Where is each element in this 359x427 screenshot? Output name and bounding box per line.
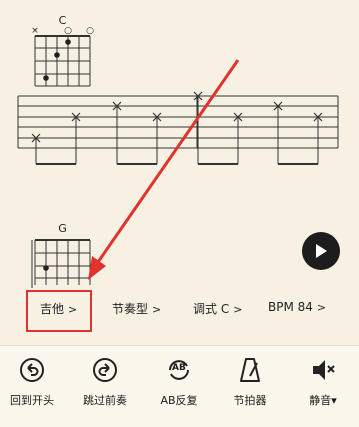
undo-circle-icon — [20, 358, 44, 382]
speaker-mute-icon — [313, 360, 335, 380]
chevron-right-icon: > — [233, 303, 243, 316]
chevron-right-icon: > — [152, 303, 162, 316]
bottom-toolbar: 回到开头 跳过前奏 AB AB反复 节拍器 静音▾ — [0, 345, 359, 427]
caret-down-icon: ▾ — [331, 394, 337, 407]
mute-label: 静音 — [309, 394, 332, 407]
tool-label: 回到开头 — [10, 394, 54, 407]
annotation-highlight-box — [26, 290, 92, 332]
ab-repeat-button[interactable]: AB AB反复 — [144, 356, 214, 408]
option-label: BPM 84 — [268, 300, 313, 314]
metronome-button[interactable]: 节拍器 — [215, 356, 285, 408]
chord-name-c: C — [58, 14, 67, 27]
chevron-right-icon: > — [316, 301, 327, 314]
play-button[interactable] — [302, 232, 340, 270]
mute-button[interactable]: 静音▾ — [288, 356, 358, 408]
annotation-arrow — [88, 59, 240, 280]
option-bpm[interactable]: BPM 84 > — [268, 300, 326, 314]
option-label: 调式 C — [193, 302, 230, 316]
redo-circle-icon — [93, 358, 117, 382]
tool-label: AB反复 — [160, 394, 198, 407]
chord-diagram-c — [34, 35, 91, 87]
string-marker: ○ — [64, 26, 72, 36]
play-icon — [316, 244, 327, 258]
tool-label: 节拍器 — [233, 394, 267, 407]
chord-name-g: G — [58, 222, 67, 235]
skip-intro-button[interactable]: 跳过前奏 — [70, 356, 140, 408]
metronome-icon — [240, 358, 260, 382]
ab-badge: AB — [172, 363, 186, 373]
tab-staff — [17, 95, 339, 165]
string-marker: × — [31, 26, 39, 36]
string-marker: ○ — [86, 26, 94, 36]
rewind-to-start-button[interactable]: 回到开头 — [0, 356, 67, 408]
tool-label: 跳过前奏 — [83, 394, 127, 407]
option-label: 节奏型 — [112, 302, 149, 316]
chord-diagram-g — [31, 239, 91, 288]
option-key[interactable]: 调式 C > — [193, 300, 242, 317]
tool-label: 静音▾ — [288, 392, 358, 408]
option-rhythm[interactable]: 节奏型 > — [112, 300, 161, 317]
